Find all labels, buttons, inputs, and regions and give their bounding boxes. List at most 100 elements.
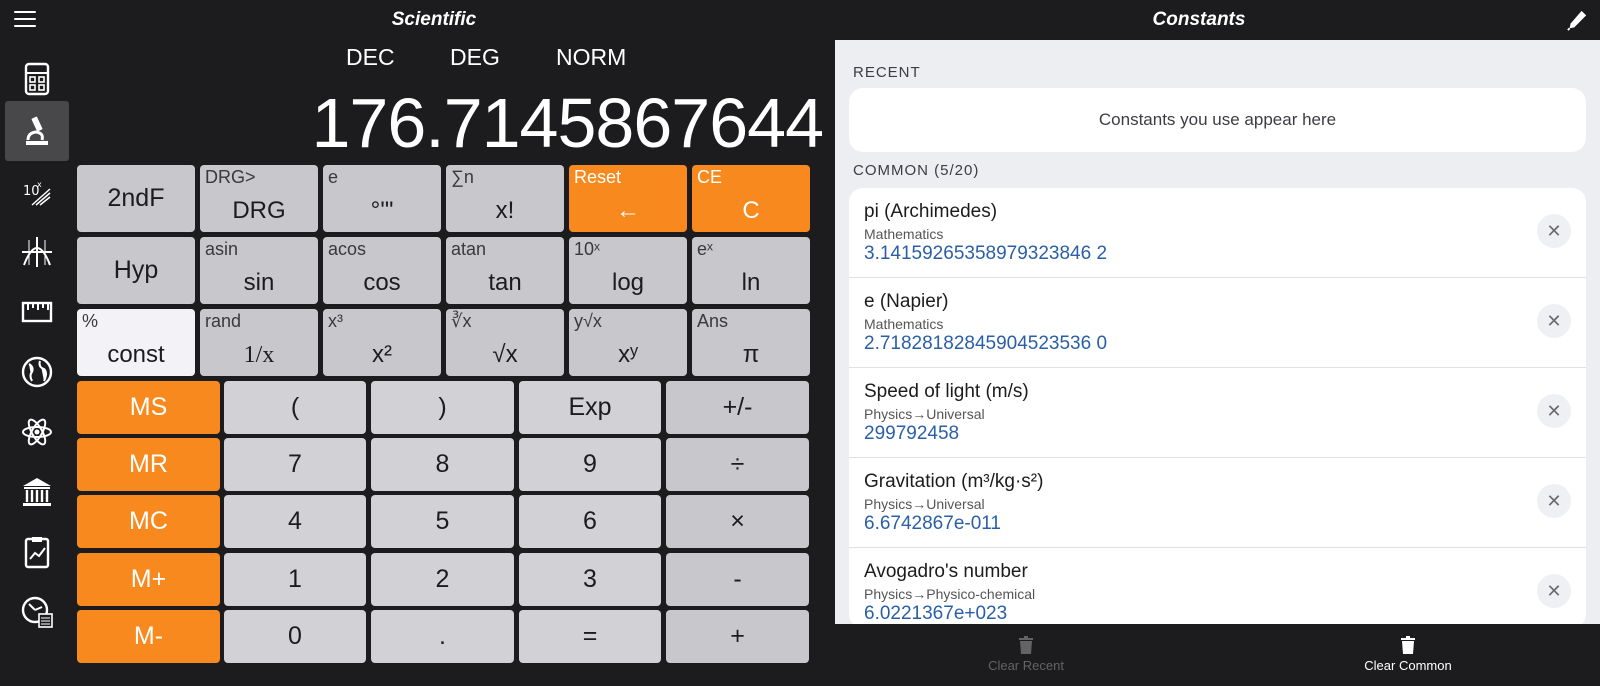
mode-norm[interactable]: NORM bbox=[556, 44, 626, 71]
divide-button[interactable]: ÷ bbox=[666, 438, 809, 491]
constant-row[interactable]: Speed of light (m/s) Physics→Universal 2… bbox=[849, 368, 1586, 458]
clear-common-label: Clear Common bbox=[1364, 658, 1452, 673]
constant-value: 2.71828182845904523536 0 bbox=[864, 333, 1108, 354]
button-label: 2ndF bbox=[107, 184, 165, 212]
digit-8-button[interactable]: 8 bbox=[371, 438, 514, 491]
close-icon[interactable]: ✕ bbox=[1537, 214, 1571, 248]
close-paren-button[interactable]: ) bbox=[371, 381, 514, 434]
sign-toggle-button[interactable]: +/- bbox=[666, 381, 809, 434]
sqrt-button[interactable]: ∛x √x bbox=[446, 309, 564, 376]
backspace-button[interactable]: Reset ← bbox=[569, 165, 687, 232]
button-sublabel: CE bbox=[697, 167, 723, 187]
trash-icon bbox=[1019, 636, 1033, 654]
button-label: Exp bbox=[568, 393, 612, 421]
button-label: 9 bbox=[583, 450, 597, 478]
digit-1-button[interactable]: 1 bbox=[224, 553, 366, 606]
constant-row[interactable]: e (Napier) Mathematics 2.718281828459045… bbox=[849, 278, 1586, 368]
button-label: ( bbox=[290, 393, 300, 421]
button-label: +/- bbox=[722, 393, 753, 421]
sin-button[interactable]: asin sin bbox=[200, 237, 318, 304]
button-sublabel: e bbox=[328, 167, 339, 187]
reciprocal-button[interactable]: rand 1/x bbox=[200, 309, 318, 376]
clear-common-button[interactable]: Clear Common bbox=[1328, 636, 1488, 673]
hamburger-icon[interactable] bbox=[14, 11, 36, 29]
pi-button[interactable]: Ans π bbox=[692, 309, 810, 376]
button-label: 0 bbox=[288, 622, 302, 650]
constant-category: Physics→Universal bbox=[864, 406, 985, 422]
clear-recent-button[interactable]: Clear Recent bbox=[946, 636, 1106, 673]
bank-icon[interactable] bbox=[5, 462, 69, 522]
recent-section-label: RECENT bbox=[853, 64, 921, 81]
backspace-icon: ← bbox=[616, 197, 640, 224]
const-button[interactable]: % const bbox=[77, 309, 195, 376]
digit-7-button[interactable]: 7 bbox=[224, 438, 366, 491]
constant-value: 3.14159265358979323846 2 bbox=[864, 243, 1108, 264]
digit-5-button[interactable]: 5 bbox=[371, 495, 514, 548]
digit-9-button[interactable]: 9 bbox=[519, 438, 661, 491]
exponent-button[interactable]: Exp bbox=[519, 381, 661, 434]
square-button[interactable]: x³ x² bbox=[323, 309, 441, 376]
constants-toolbar: Clear Recent Clear Common bbox=[835, 624, 1600, 686]
ruler-icon[interactable] bbox=[5, 282, 69, 342]
button-label: + bbox=[730, 622, 745, 650]
globe-icon[interactable] bbox=[5, 342, 69, 402]
digit-6-button[interactable]: 6 bbox=[519, 495, 661, 548]
add-button[interactable]: + bbox=[666, 610, 809, 663]
close-icon[interactable]: ✕ bbox=[1537, 304, 1571, 338]
calculator-icon[interactable] bbox=[5, 49, 69, 109]
digit-2-button[interactable]: 2 bbox=[371, 553, 514, 606]
mode-deg[interactable]: DEG bbox=[450, 44, 500, 71]
scientific-notation-icon[interactable]: 10 x bbox=[5, 162, 69, 222]
pen-icon[interactable] bbox=[1566, 8, 1588, 32]
mode-dec[interactable]: DEC bbox=[346, 44, 395, 71]
constant-name: Avogadro's number bbox=[864, 561, 1028, 582]
factorial-button[interactable]: ∑n x! bbox=[446, 165, 564, 232]
tan-button[interactable]: atan tan bbox=[446, 237, 564, 304]
hyp-button[interactable]: Hyp bbox=[77, 237, 195, 304]
close-icon[interactable]: ✕ bbox=[1537, 394, 1571, 428]
button-label: C bbox=[742, 197, 760, 224]
power-button[interactable]: y√x xʸ bbox=[569, 309, 687, 376]
close-icon[interactable]: ✕ bbox=[1537, 574, 1571, 608]
button-sublabel: 10ˣ bbox=[574, 239, 600, 259]
digit-3-button[interactable]: 3 bbox=[519, 553, 661, 606]
cos-button[interactable]: acos cos bbox=[323, 237, 441, 304]
memory-recall-button[interactable]: MR bbox=[77, 438, 220, 491]
multiply-button[interactable]: × bbox=[666, 495, 809, 548]
memory-add-button[interactable]: M+ bbox=[77, 553, 220, 606]
recent-constants-box: Constants you use appear here bbox=[849, 88, 1586, 152]
button-label: MC bbox=[129, 507, 168, 535]
drg-button[interactable]: DRG> DRG bbox=[200, 165, 318, 232]
microscope-icon[interactable] bbox=[5, 101, 69, 161]
close-icon[interactable]: ✕ bbox=[1537, 484, 1571, 518]
atom-icon[interactable] bbox=[5, 402, 69, 462]
decimal-button[interactable]: . bbox=[371, 610, 514, 663]
constant-row[interactable]: Avogadro's number Physics→Physico-chemic… bbox=[849, 548, 1586, 628]
memory-subtract-button[interactable]: M- bbox=[77, 610, 220, 663]
log-button[interactable]: 10ˣ log bbox=[569, 237, 687, 304]
memory-clear-button[interactable]: MC bbox=[77, 495, 220, 548]
memory-store-button[interactable]: MS bbox=[77, 381, 220, 434]
button-label: MR bbox=[129, 450, 168, 478]
dms-button[interactable]: e °'" bbox=[323, 165, 441, 232]
digit-0-button[interactable]: 0 bbox=[224, 610, 366, 663]
clock-calculator-icon[interactable] bbox=[5, 582, 69, 642]
common-constants-list: pi (Archimedes) Mathematics 3.1415926535… bbox=[849, 188, 1586, 628]
constant-row[interactable]: pi (Archimedes) Mathematics 3.1415926535… bbox=[849, 188, 1586, 278]
button-label: xʸ bbox=[618, 341, 638, 368]
ln-button[interactable]: eˣ ln bbox=[692, 237, 810, 304]
clear-button[interactable]: CE C bbox=[692, 165, 810, 232]
graph-icon[interactable] bbox=[5, 222, 69, 282]
button-label: DRG bbox=[232, 197, 286, 224]
digit-4-button[interactable]: 4 bbox=[224, 495, 366, 548]
constant-value: 299792458 bbox=[864, 423, 960, 444]
recent-placeholder: Constants you use appear here bbox=[1098, 110, 1337, 129]
constant-category: Mathematics bbox=[864, 226, 944, 242]
button-label: °'" bbox=[370, 197, 394, 224]
chart-clipboard-icon[interactable] bbox=[5, 522, 69, 582]
subtract-button[interactable]: - bbox=[666, 553, 809, 606]
open-paren-button[interactable]: ( bbox=[224, 381, 366, 434]
constant-row[interactable]: Gravitation (m³/kg·s²) Physics→Universal… bbox=[849, 458, 1586, 548]
second-function-button[interactable]: 2ndF bbox=[77, 165, 195, 232]
equals-button[interactable]: = bbox=[519, 610, 661, 663]
